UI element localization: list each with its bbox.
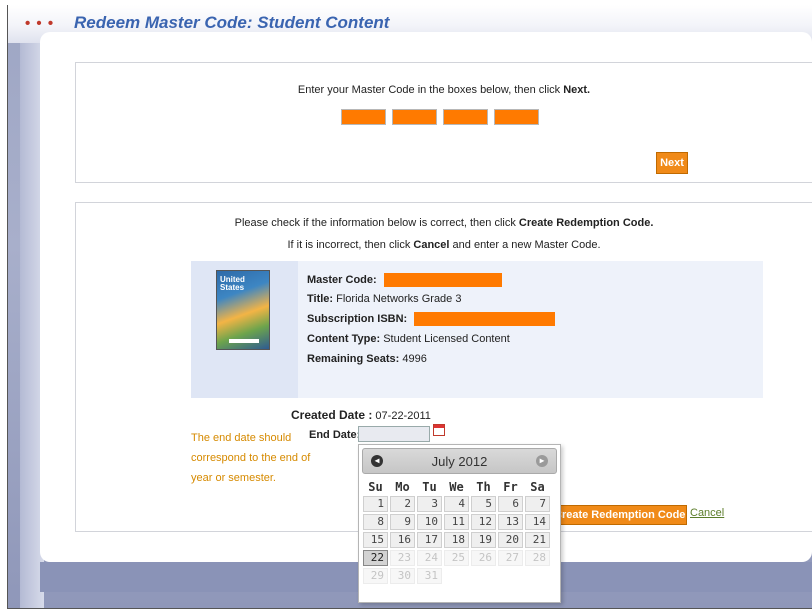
code-input-2[interactable]: [392, 109, 437, 125]
datepicker-day[interactable]: 18: [444, 532, 469, 548]
datepicker-day: 23: [390, 550, 415, 566]
datepicker-day: 24: [417, 550, 442, 566]
datepicker-day[interactable]: 8: [363, 514, 388, 530]
datepicker-day: 31: [417, 568, 442, 584]
weekday-label: Th: [476, 480, 491, 494]
datepicker-day: 30: [390, 568, 415, 584]
datepicker-day[interactable]: 1: [363, 496, 388, 512]
cancel-link[interactable]: Cancel: [690, 507, 724, 519]
calendar-icon[interactable]: [433, 424, 445, 436]
datepicker-day[interactable]: 12: [471, 514, 496, 530]
title-row: Title: Florida Networks Grade 3: [307, 293, 462, 305]
datepicker-day[interactable]: 4: [444, 496, 469, 512]
datepicker-week: 1234567: [362, 496, 551, 514]
cover-column: United States: [191, 261, 298, 398]
end-date-input[interactable]: [358, 426, 430, 442]
book-cover-image: United States: [216, 270, 270, 350]
weekday-label: Su: [368, 480, 383, 494]
datepicker-day[interactable]: 10: [417, 514, 442, 530]
datepicker-week: 22 23 24 25 26 27 28: [362, 550, 551, 568]
datepicker-day[interactable]: 20: [498, 532, 523, 548]
code-input-1[interactable]: [341, 109, 386, 125]
datepicker-week: 8 9 10 11 12 13 14: [362, 514, 551, 532]
datepicker-week: 15 16 17 18 19 20 21: [362, 532, 551, 550]
datepicker-day[interactable]: 6: [498, 496, 523, 512]
content-type-row: Content Type: Student Licensed Content: [307, 333, 510, 345]
cover-title: United States: [220, 275, 245, 292]
datepicker-day[interactable]: 7: [525, 496, 550, 512]
datepicker-day: 28: [525, 550, 550, 566]
confirm-instruction-1: Please check if the information below is…: [234, 217, 654, 229]
datepicker-day: 26: [471, 550, 496, 566]
created-date: Created Date : 07-22-2011: [291, 408, 431, 422]
code-inputs: [341, 109, 545, 125]
code-input-3[interactable]: [443, 109, 488, 125]
datepicker-day[interactable]: 22: [363, 550, 388, 566]
datepicker: ◀ July 2012 ▶ Su Mo Tu We Th Fr Sa 1 2 3 4 5 6 7 8 9 10 1…: [358, 444, 561, 603]
datepicker-day[interactable]: 14: [525, 514, 550, 530]
datepicker-day[interactable]: 21: [525, 532, 550, 548]
datepicker-header: ◀ July 2012 ▶: [362, 448, 557, 474]
datepicker-day[interactable]: 9: [390, 514, 415, 530]
datepicker-grid: Su Mo Tu We Th Fr Sa 1 2 3 4 5 6 7 8 9 10 11 12 13 14 15 16 17 1…: [362, 478, 551, 586]
title-dots: • • •: [25, 15, 55, 32]
next-month-icon[interactable]: ▶: [536, 455, 548, 467]
confirm-instruction-2: If it is incorrect, then click Cancel an…: [287, 239, 601, 251]
weekday-label: We: [449, 480, 464, 494]
datepicker-day[interactable]: 2: [390, 496, 415, 512]
end-date-label: End Date:: [309, 429, 361, 441]
datepicker-day: 29: [363, 568, 388, 584]
datepicker-day[interactable]: 13: [498, 514, 523, 530]
product-info-box: United States Master Code: Title: Florid…: [191, 261, 763, 398]
datepicker-day: 25: [444, 550, 469, 566]
weekday-label: Sa: [530, 480, 545, 494]
datepicker-month-title: July 2012: [431, 454, 488, 469]
isbn-row: Subscription ISBN:: [307, 312, 556, 326]
datepicker-day[interactable]: 16: [390, 532, 415, 548]
datepicker-day[interactable]: 3: [417, 496, 442, 512]
datepicker-day[interactable]: 17: [417, 532, 442, 548]
next-button[interactable]: Next: [656, 152, 688, 174]
end-date-help: The end date should correspond to the en…: [191, 432, 311, 484]
code-input-4[interactable]: [494, 109, 539, 125]
datepicker-day[interactable]: 5: [471, 496, 496, 512]
create-redemption-code-button[interactable]: Create Redemption Code: [551, 505, 687, 525]
window-title: Redeem Master Code: Student Content: [74, 13, 390, 32]
master-code-redacted: [383, 273, 502, 287]
weekday-label: Tu: [422, 480, 437, 494]
code-instruction: Enter your Master Code in the boxes belo…: [297, 84, 591, 96]
datepicker-day[interactable]: 19: [471, 532, 496, 548]
master-code-section: Enter your Master Code in the boxes belo…: [75, 62, 812, 183]
datepicker-day[interactable]: 15: [363, 532, 388, 548]
datepicker-day[interactable]: 11: [444, 514, 469, 530]
datepicker-week: 29 30 31: [362, 568, 551, 586]
seats-row: Remaining Seats: 4996: [307, 353, 427, 365]
isbn-redacted: [414, 312, 556, 326]
weekday-label: Fr: [503, 480, 518, 494]
datepicker-day: 27: [498, 550, 523, 566]
master-code-row: Master Code:: [307, 273, 502, 287]
datepicker-weekdays: Su Mo Tu We Th Fr Sa: [362, 478, 551, 496]
weekday-label: Mo: [395, 480, 410, 494]
